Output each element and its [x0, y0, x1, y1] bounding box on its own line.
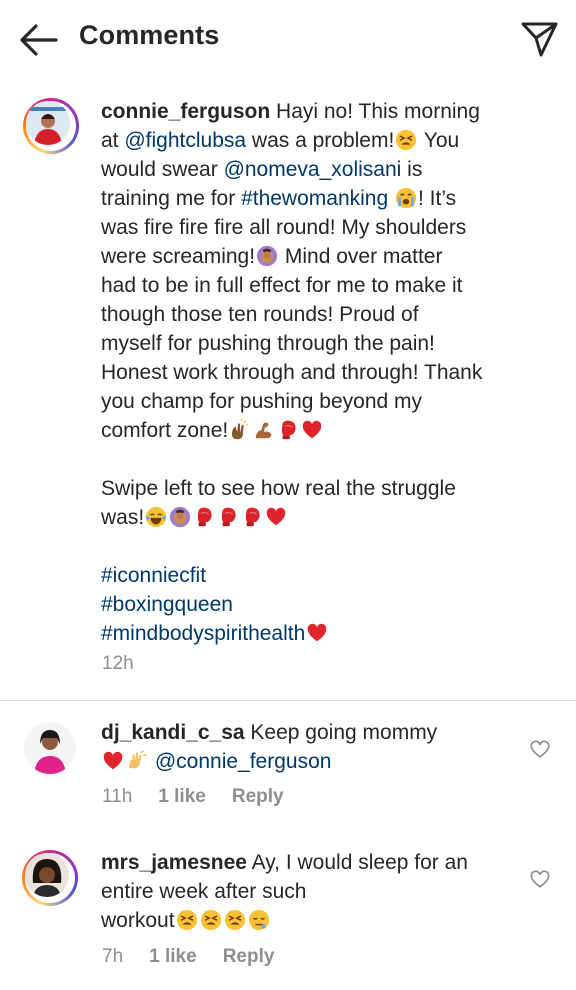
comment-avatar[interactable] [24, 722, 76, 774]
hashtag-iconniecfit[interactable]: #iconniecfit [101, 564, 206, 587]
caption-text: connie_ferguson Hayi no! This morning at… [101, 100, 483, 645]
mention-connie-ferguson[interactable]: @connie_ferguson [155, 750, 332, 773]
comment-username[interactable]: mrs_jamesnee [101, 851, 247, 874]
sleepy-face-emoji [248, 909, 270, 931]
likes-count[interactable]: 1 like [158, 786, 206, 807]
hashtag-mindbodyspirithealth[interactable]: #mindbodyspirithealth [101, 622, 305, 645]
tired-face-emoji [224, 909, 246, 931]
back-button[interactable] [18, 22, 60, 58]
tired-face-emoji [200, 909, 222, 931]
tired-face-emoji [176, 909, 198, 931]
page-title: Comments [79, 20, 220, 50]
profile-photo [24, 722, 76, 774]
facepalm-emoji [256, 245, 278, 267]
reply-button[interactable]: Reply [223, 946, 275, 967]
mention-fightclubsa[interactable]: @fightclubsa [124, 129, 246, 152]
raising-hands-emoji [126, 750, 148, 772]
send-button[interactable] [519, 19, 559, 59]
comment-username[interactable]: dj_kandi_c_sa [101, 721, 245, 744]
caption-username[interactable]: connie_ferguson [101, 100, 270, 123]
heart-outline-icon[interactable] [529, 868, 551, 890]
comment-meta: 7h 1 like Reply [102, 946, 300, 968]
tired-face-emoji [395, 129, 417, 151]
caption-meta: 12h [102, 653, 160, 675]
red-heart-emoji [306, 622, 328, 644]
caption-timestamp: 12h [102, 653, 134, 674]
comment-timestamp: 7h [102, 946, 124, 967]
comment-text: mrs_jamesnee Ay, I would sleep for an en… [101, 851, 468, 932]
hashtag-boxingqueen[interactable]: #boxingqueen [101, 593, 233, 616]
mention-nomeva[interactable]: @nomeva_xolisani [224, 158, 402, 181]
flexed-biceps-emoji [253, 419, 275, 441]
red-heart-emoji [301, 419, 323, 441]
boxing-glove-emoji [277, 419, 299, 441]
red-heart-emoji [265, 506, 287, 528]
boxing-glove-emoji [217, 506, 239, 528]
top-bar: Comments [0, 0, 576, 80]
heart-outline-icon[interactable] [529, 738, 551, 760]
caption-avatar[interactable] [23, 98, 79, 154]
arrow-left-icon [20, 24, 58, 56]
boxing-glove-emoji [241, 506, 263, 528]
hashtag-thewomanking[interactable]: #thewomanking [241, 187, 388, 210]
raised-hands-emoji [229, 419, 251, 441]
red-heart-emoji [102, 750, 124, 772]
sob-emoji [395, 187, 417, 209]
facepalm-emoji [169, 506, 191, 528]
comment-text: dj_kandi_c_sa Keep going mommy @connie_f… [101, 721, 438, 773]
comment-avatar[interactable] [22, 850, 78, 906]
boxing-glove-emoji [193, 506, 215, 528]
send-paper-plane-icon [521, 22, 558, 57]
comment-meta: 11h 1 like Reply [102, 786, 310, 808]
likes-count[interactable]: 1 like [149, 946, 197, 967]
laughing-emoji [145, 506, 167, 528]
divider [0, 700, 576, 701]
profile-photo [25, 853, 69, 897]
profile-photo [26, 101, 70, 145]
comment-timestamp: 11h [102, 786, 133, 807]
reply-button[interactable]: Reply [232, 786, 284, 807]
